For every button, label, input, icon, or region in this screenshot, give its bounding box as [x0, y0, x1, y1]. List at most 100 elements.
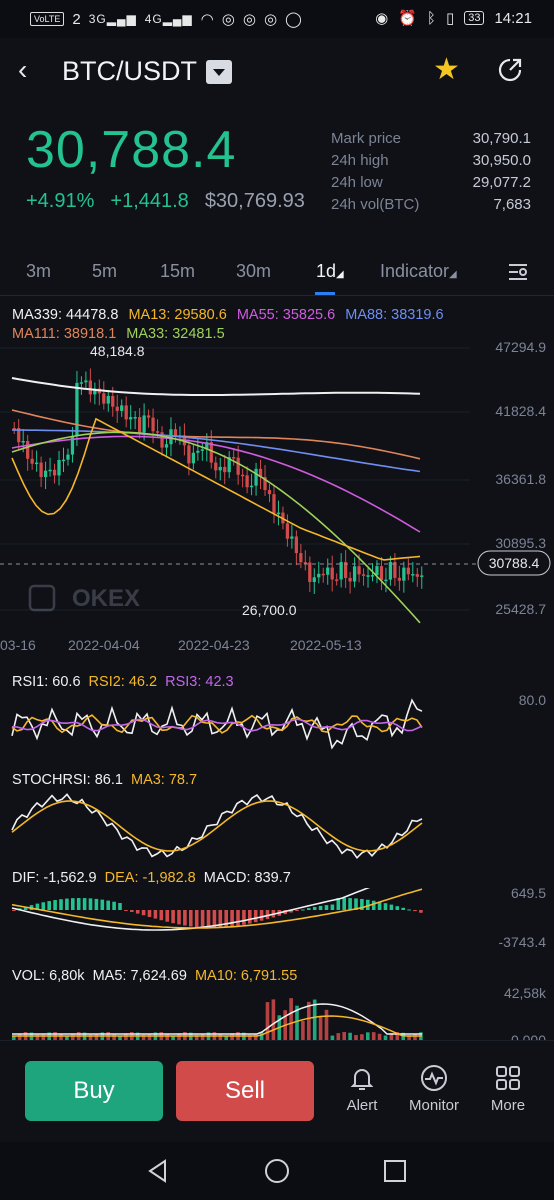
macd-bar [407, 909, 411, 911]
rsi2-label: RSI2: 46.2 [88, 674, 158, 690]
candle [357, 566, 361, 575]
macd-bar [12, 910, 16, 911]
stochrsi-ma3-line [11, 800, 423, 852]
candle [276, 512, 281, 515]
last-price: 30,788.4 [26, 121, 237, 179]
macd-bar [206, 910, 211, 928]
vol-ma5-label: MA5: 7,624.69 [92, 968, 187, 984]
macd-bar [100, 899, 105, 910]
candle [402, 567, 406, 581]
pair-dropdown-icon[interactable] [206, 60, 232, 84]
more-button[interactable]: More [473, 1063, 543, 1114]
macd-bar [135, 910, 140, 914]
volume-bar [312, 999, 317, 1042]
candle [200, 449, 204, 451]
dea-label: DEA: -1,982.8 [104, 870, 196, 886]
okex-watermark: OKEX [28, 584, 140, 612]
candlestick-chart[interactable]: 30788.4 47294.9 41828.4 36361.8 30895.3 … [0, 338, 554, 658]
sim-slot: 2 [72, 10, 81, 28]
candle [26, 440, 30, 459]
ma88-label: MA88: 38319.6 [345, 307, 444, 323]
macd-bar [94, 898, 99, 910]
low-label: 26,700.0 [242, 602, 297, 618]
candle [142, 415, 146, 433]
candle [375, 566, 379, 576]
sell-button[interactable]: Sell [176, 1061, 314, 1121]
candle [339, 562, 343, 580]
macd-bar [383, 903, 388, 910]
candle [88, 380, 93, 395]
candle [39, 462, 43, 478]
candle [384, 579, 388, 582]
nav-home-icon[interactable] [264, 1158, 290, 1184]
tab-5m[interactable]: 5m [92, 261, 117, 282]
vol-ma5-line [12, 1003, 422, 1035]
tab-30m[interactable]: 30m [236, 261, 271, 282]
tab-indicator[interactable]: Indicator◢ [380, 261, 457, 282]
macd-bar [53, 900, 57, 910]
wifi-icon: ◠ [200, 11, 214, 28]
candle [254, 468, 258, 486]
macd-bar [118, 903, 122, 910]
tab-3m[interactable]: 3m [26, 261, 51, 282]
candle [326, 567, 330, 575]
monitor-button[interactable]: Monitor [399, 1063, 469, 1114]
tab-1d[interactable]: 1d◢ [316, 261, 344, 282]
candle [79, 382, 84, 384]
macd-bar [200, 910, 205, 928]
volume-bar [307, 1001, 311, 1042]
chart-settings-icon[interactable] [506, 260, 530, 284]
candle [155, 431, 160, 433]
usd-value: $30,769.93 [204, 190, 305, 212]
candle [84, 380, 88, 383]
favorite-star-icon[interactable]: ★ [433, 52, 460, 87]
candle [366, 575, 370, 577]
macd-bar [253, 910, 258, 923]
stat-row: 24h vol(BTC) 7,683 [331, 196, 531, 213]
ma13-label: MA13: 29580.6 [128, 307, 227, 323]
candle [312, 577, 316, 582]
macd-bar [236, 910, 240, 926]
candle [52, 469, 57, 476]
tab-15m[interactable]: 15m [160, 261, 195, 282]
macd-bar [130, 910, 134, 912]
back-icon[interactable]: ‹ [18, 54, 27, 86]
candle [66, 454, 70, 460]
nav-recents-icon[interactable] [382, 1158, 408, 1184]
alert-button[interactable]: Alert [327, 1063, 397, 1114]
macd-bar [242, 910, 246, 925]
candle [187, 445, 191, 464]
candle [57, 459, 61, 476]
candle [352, 566, 357, 582]
buy-button[interactable]: Buy [25, 1061, 163, 1121]
stochrsi-label: STOCHRSI: 86.1 [12, 772, 123, 788]
candle [151, 417, 155, 432]
candle [34, 462, 39, 465]
macd-bar [76, 898, 81, 910]
candle [370, 575, 375, 577]
pair-title[interactable]: BTC/USDT [62, 56, 197, 87]
share-icon[interactable] [496, 56, 524, 84]
rsi-chart [11, 698, 423, 750]
rsi-axis: 80.0 [518, 692, 546, 708]
candle [115, 406, 119, 411]
candle [361, 574, 366, 576]
macd-bar [301, 909, 305, 911]
candle [308, 562, 312, 582]
macd-bar [124, 910, 128, 911]
candle [218, 466, 222, 471]
signal-icon: 3G▂▄▆ [88, 12, 137, 26]
vol-legend: VOL: 6,80k MA5: 7,624.69 MA10: 6,791.55 [12, 968, 301, 984]
volume-bar [265, 1002, 270, 1042]
stat-row: Mark price 30,790.1 [331, 130, 531, 147]
macd-bar [59, 899, 63, 910]
stat-row: 24h high 30,950.0 [331, 152, 531, 169]
candle [303, 562, 307, 564]
nav-back-icon[interactable] [145, 1158, 171, 1184]
macd-axis-bottom: -3743.4 [498, 934, 546, 950]
candle [133, 417, 137, 419]
candle [420, 575, 424, 577]
candle [240, 474, 245, 477]
stochrsi-legend: STOCHRSI: 86.1 MA3: 78.7 [12, 772, 201, 788]
volume-bar [318, 1015, 323, 1042]
